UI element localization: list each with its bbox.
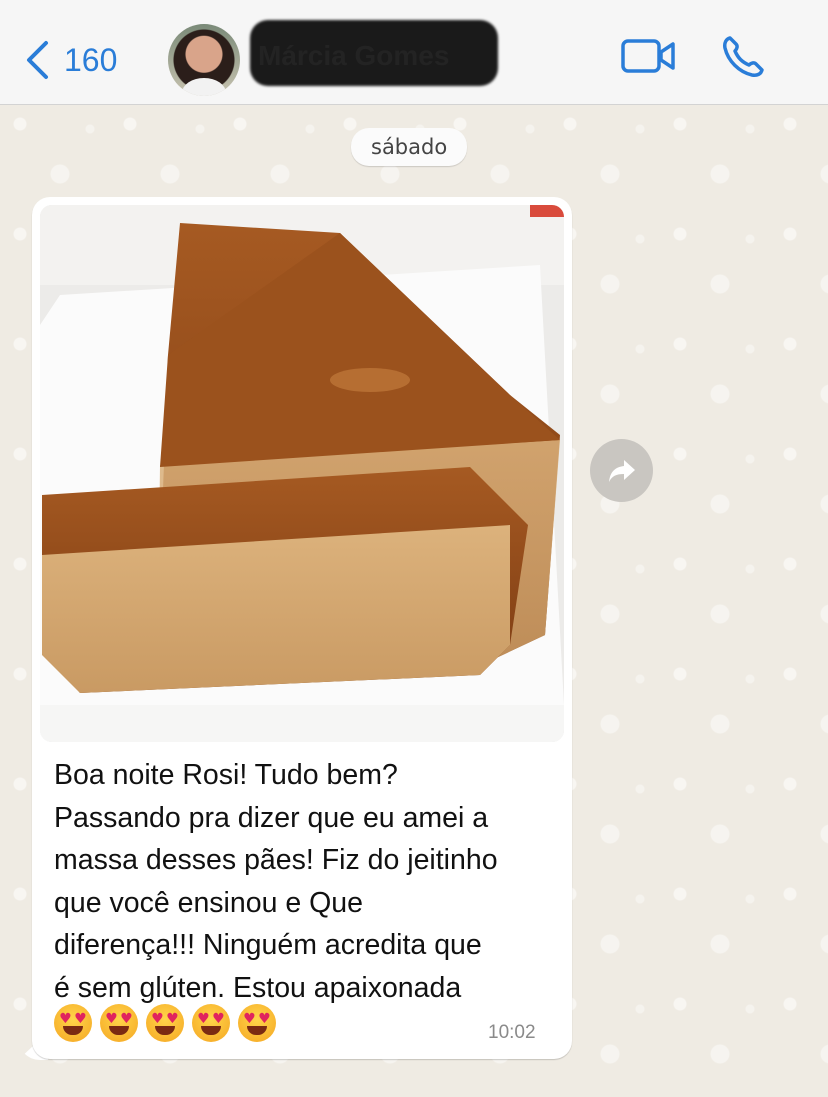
avatar[interactable] xyxy=(168,24,240,96)
forward-arrow-icon xyxy=(608,459,635,482)
heart-eyes-emoji: ♥ ♥ xyxy=(238,1004,276,1042)
forward-button[interactable] xyxy=(590,439,653,502)
heart-eyes-emoji: ♥ ♥ xyxy=(100,1004,138,1042)
video-camera-icon[interactable] xyxy=(620,36,676,76)
message-text: Boa noite Rosi! Tudo bem? Passando pra d… xyxy=(54,759,498,1004)
heart-eyes-emoji: ♥ ♥ xyxy=(146,1004,184,1042)
emoji-row: ♥ ♥ ♥ ♥ ♥ ♥ ♥ ♥ ♥ ♥ xyxy=(54,1004,276,1042)
chat-header: 160 Márcia Gomes xyxy=(0,0,828,105)
phone-icon[interactable] xyxy=(720,34,766,80)
message-photo[interactable] xyxy=(40,205,564,742)
message-time: 10:02 xyxy=(488,1022,536,1043)
cake-image xyxy=(40,205,564,742)
date-separator: sábado xyxy=(351,128,468,166)
chevron-left-icon xyxy=(27,41,48,79)
unread-count: 160 xyxy=(64,41,118,78)
heart-eyes-emoji: ♥ ♥ xyxy=(192,1004,230,1042)
heart-eyes-emoji: ♥ ♥ xyxy=(54,1004,92,1042)
back-button[interactable]: 160 xyxy=(24,38,117,82)
contact-name[interactable]: Márcia Gomes xyxy=(258,40,449,72)
